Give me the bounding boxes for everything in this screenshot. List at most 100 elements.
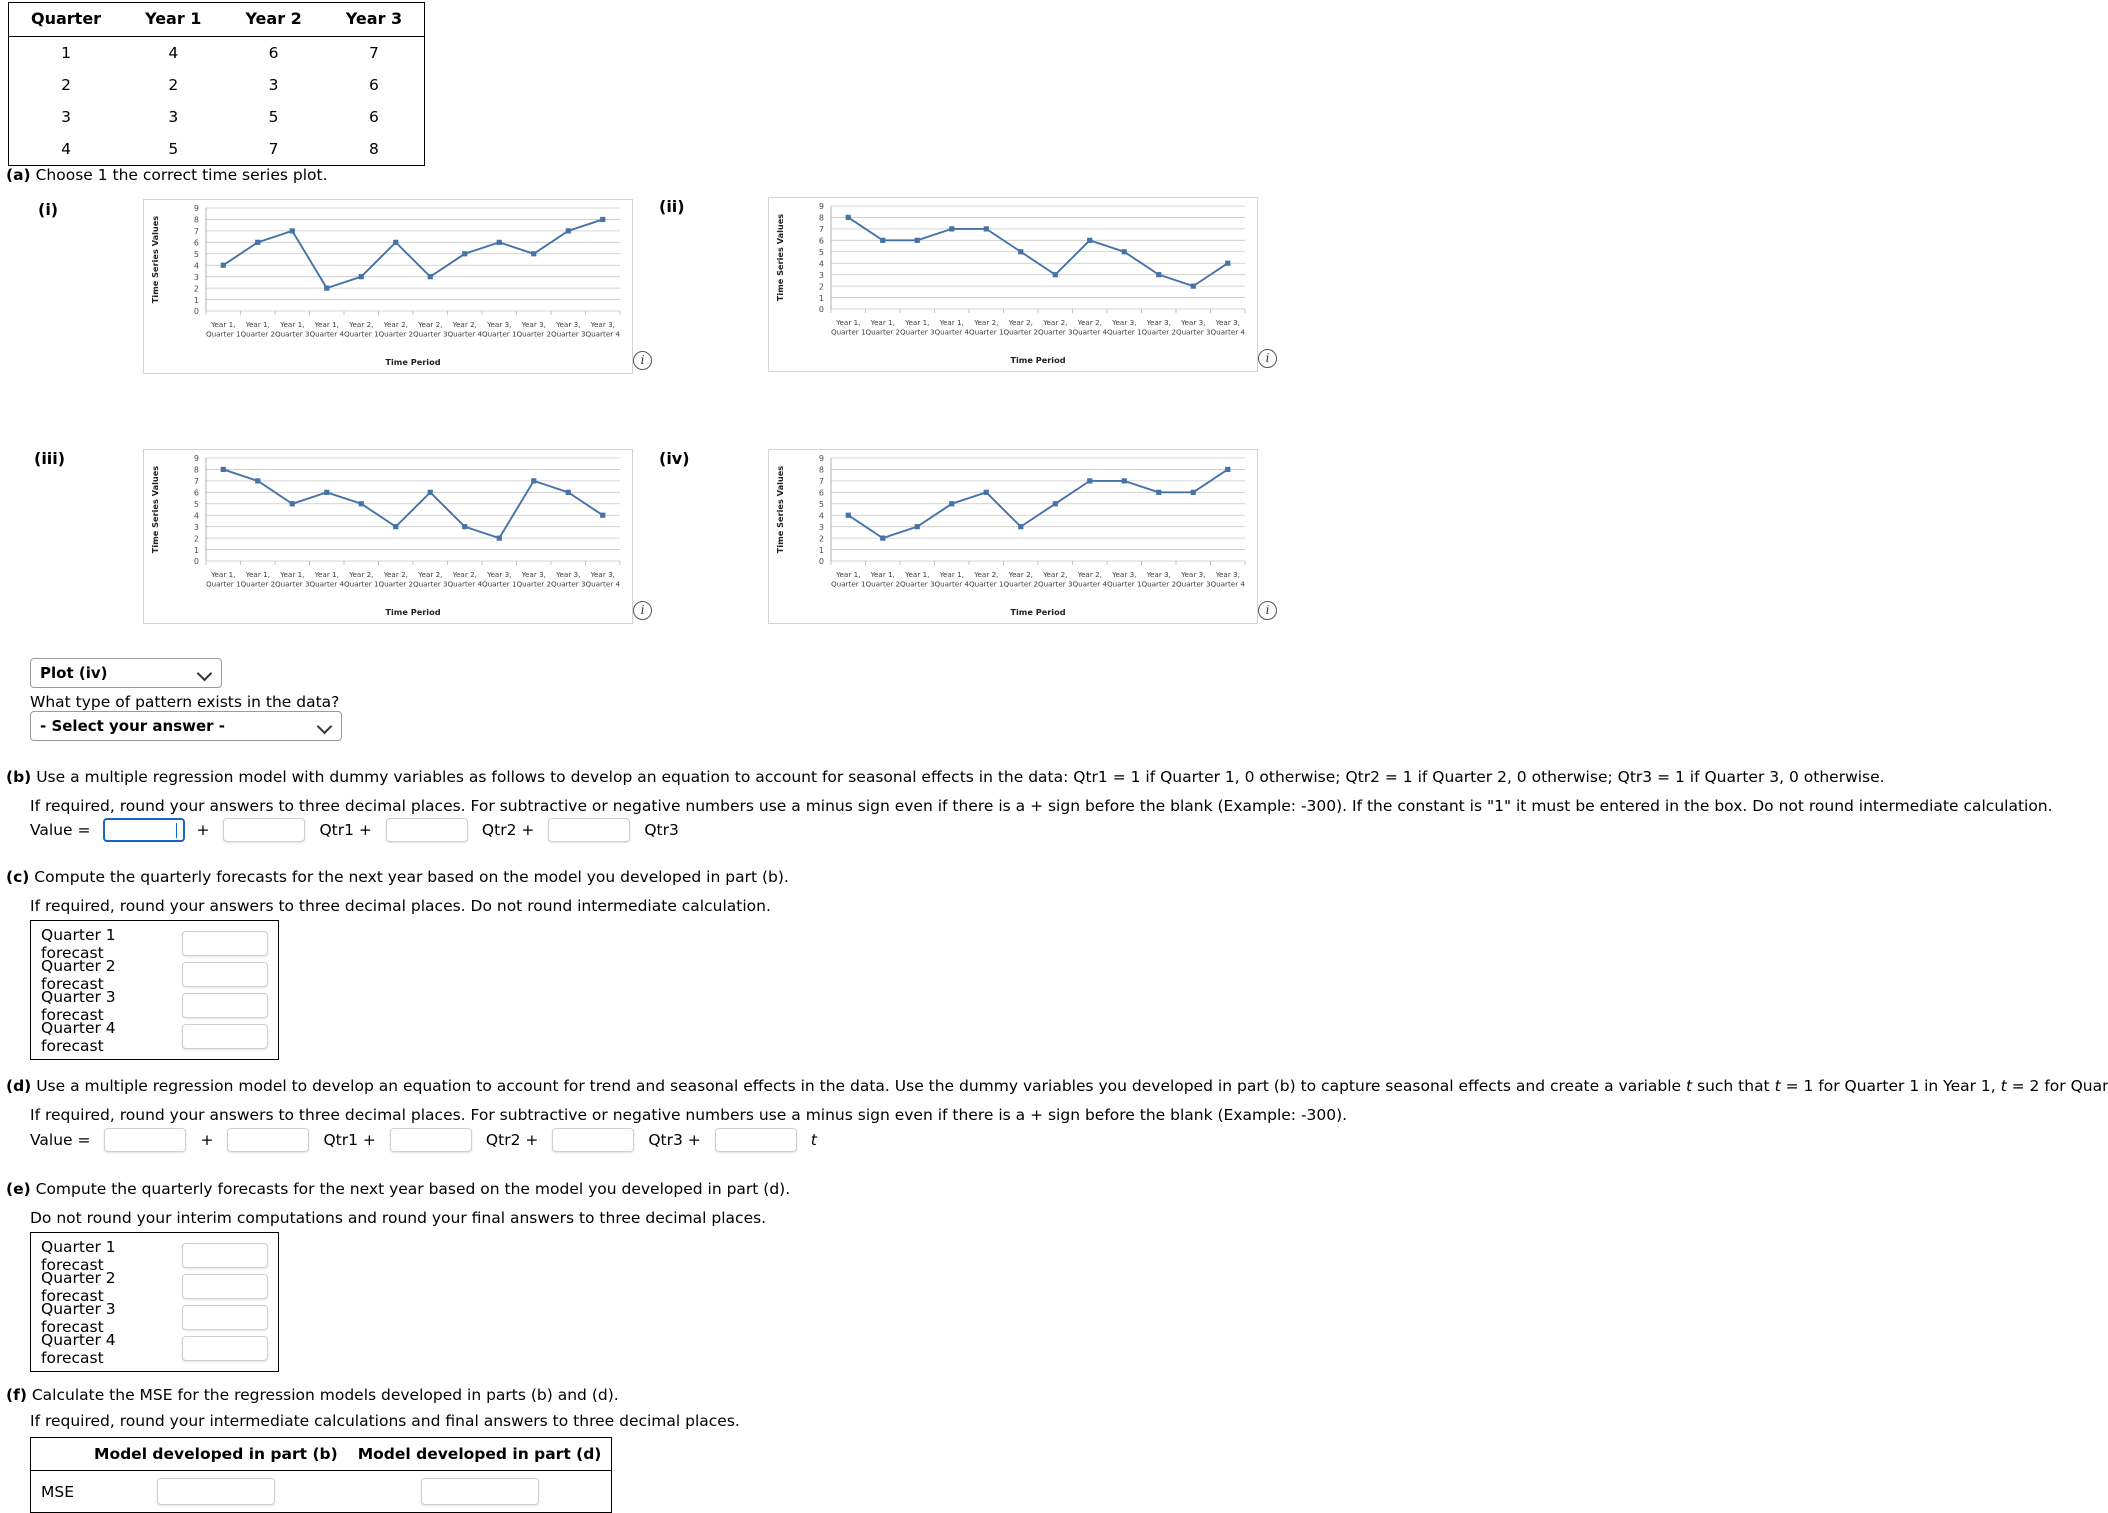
info-icon[interactable]: i xyxy=(1258,601,1277,620)
part-d-t-input[interactable] xyxy=(714,1128,797,1152)
col-header-quarter: Quarter xyxy=(8,2,124,37)
q1-forecast-input[interactable] xyxy=(181,931,268,956)
part-d-qtr2-input[interactable] xyxy=(389,1128,472,1152)
part-a-heading: (a) Choose 1 the correct time series plo… xyxy=(6,166,328,184)
svg-text:Quarter 4: Quarter 4 xyxy=(1072,580,1107,589)
svg-text:Year 3,: Year 3, xyxy=(521,570,546,579)
part-b-qtr3-label: Qtr3 xyxy=(644,821,679,839)
chart-label-ii: (ii) xyxy=(659,197,685,216)
q4-forecast-input[interactable] xyxy=(181,1336,268,1361)
svg-text:Quarter 1: Quarter 1 xyxy=(831,328,866,337)
chevron-down-icon xyxy=(199,667,212,680)
svg-text:Quarter 1: Quarter 1 xyxy=(206,330,241,339)
cell-year3: 7 xyxy=(369,44,379,62)
svg-text:Quarter 1: Quarter 1 xyxy=(1107,580,1142,589)
svg-text:Year 2,: Year 2, xyxy=(417,570,442,579)
cell-year1: 3 xyxy=(168,108,179,126)
pattern-question: What type of pattern exists in the data? xyxy=(30,693,340,711)
cell-year3: 6 xyxy=(369,108,379,126)
list-item: Quarter 1 forecast xyxy=(41,926,268,962)
svg-text:Quarter 3: Quarter 3 xyxy=(1038,580,1073,589)
part-b-text: Use a multiple regression model with dum… xyxy=(36,768,1885,786)
svg-text:1: 1 xyxy=(194,296,199,305)
svg-text:0: 0 xyxy=(194,557,199,566)
list-item: Quarter 3 forecast xyxy=(41,988,268,1024)
svg-text:Time Period: Time Period xyxy=(1010,355,1065,365)
table-row: 4 5 7 8 xyxy=(9,133,425,166)
time-series-plot-ii[interactable]: 0 1 2 3 4 5 6 7 8 9 Year 1, Quarter 1 Year 1, Quarter… xyxy=(768,197,1258,372)
svg-text:Year 2,: Year 2, xyxy=(1042,570,1067,579)
q1-forecast-input[interactable] xyxy=(181,1243,268,1268)
svg-text:8: 8 xyxy=(819,214,824,223)
plot-choice-select-value: Plot (iv) xyxy=(40,664,108,682)
part-d-t-label: t xyxy=(810,1131,817,1149)
svg-text:9: 9 xyxy=(194,454,199,463)
part-c-text: Compute the quarterly forecasts for the … xyxy=(34,868,789,886)
q2-forecast-input[interactable] xyxy=(181,962,268,987)
info-icon[interactable]: i xyxy=(633,601,652,620)
cell-year2: 3 xyxy=(268,76,279,94)
svg-text:Quarter 3: Quarter 3 xyxy=(275,580,310,589)
svg-text:Year 2,: Year 2, xyxy=(1077,570,1102,579)
q3-forecast-input[interactable] xyxy=(181,1305,268,1330)
q4-forecast-input[interactable] xyxy=(181,1024,268,1049)
svg-text:1: 1 xyxy=(819,294,824,303)
col-header-year3: Year 3 xyxy=(323,2,425,37)
svg-text:Year 2,: Year 2, xyxy=(973,570,998,579)
svg-text:4: 4 xyxy=(194,261,199,270)
svg-text:Quarter 1: Quarter 1 xyxy=(831,580,866,589)
svg-text:Time Series Values: Time Series Values xyxy=(775,466,785,553)
list-item: Quarter 2 forecast xyxy=(41,1269,268,1305)
svg-text:Year 2,: Year 2, xyxy=(348,320,373,329)
cell-year2: 6 xyxy=(268,44,279,62)
svg-text:Quarter 1: Quarter 1 xyxy=(969,328,1004,337)
mse-model-b-input[interactable] xyxy=(156,1478,275,1505)
part-f-note: If required, round your intermediate cal… xyxy=(30,1412,740,1430)
part-f-label: (f) xyxy=(6,1386,27,1404)
quarterly-data-table: Quarter Year 1 Year 2 Year 3 1 4 6 7 2 2… xyxy=(8,2,426,166)
cell-year3: 6 xyxy=(369,76,379,94)
svg-text:Year 1,: Year 1, xyxy=(314,320,339,329)
time-series-plot-iv[interactable]: 0 1 2 3 4 5 6 7 8 9 Year 1, Quarter 1 Year 1, Quarter… xyxy=(768,449,1258,624)
plot-choice-select[interactable]: Plot (iv) xyxy=(30,658,222,688)
q2-forecast-input[interactable] xyxy=(181,1274,268,1299)
svg-text:Quarter 1: Quarter 1 xyxy=(1107,328,1142,337)
cell-quarter: 1 xyxy=(61,44,71,62)
svg-text:Quarter 2: Quarter 2 xyxy=(1003,580,1038,589)
svg-text:Year 3,: Year 3, xyxy=(555,570,580,579)
part-b-qtr1-input[interactable] xyxy=(223,818,306,842)
time-series-plot-iii[interactable]: 0 1 2 3 4 5 6 7 8 9 Year 1, Quarter 1 Year 1, Quarter… xyxy=(143,449,633,624)
svg-text:Quarter 1: Quarter 1 xyxy=(206,580,241,589)
mse-model-d-input[interactable] xyxy=(420,1478,539,1505)
q3-forecast-input[interactable] xyxy=(181,993,268,1018)
part-d-qtr1-input[interactable] xyxy=(227,1128,310,1152)
svg-text:Year 3,: Year 3, xyxy=(521,320,546,329)
info-icon[interactable]: i xyxy=(633,351,652,370)
svg-text:Year 2,: Year 2, xyxy=(383,320,408,329)
svg-text:Year 3,: Year 3, xyxy=(486,570,511,579)
svg-text:Year 3,: Year 3, xyxy=(1215,570,1240,579)
part-b-qtr2-input[interactable] xyxy=(385,818,468,842)
svg-text:9: 9 xyxy=(194,204,199,213)
part-b-qtr3-input[interactable] xyxy=(548,818,631,842)
part-b-qtr2-label: Qtr2 + xyxy=(481,821,535,839)
svg-text:Quarter 1: Quarter 1 xyxy=(482,330,517,339)
svg-text:Quarter 1: Quarter 1 xyxy=(482,580,517,589)
info-icon[interactable]: i xyxy=(1258,349,1277,368)
part-d-qtr3-input[interactable] xyxy=(552,1128,635,1152)
part-d-constant-input[interactable] xyxy=(104,1128,187,1152)
part-b-constant-input[interactable] xyxy=(103,818,186,842)
svg-text:2: 2 xyxy=(194,534,199,543)
time-series-plot-i[interactable]: 0 1 2 3 4 5 6 7 8 9 Year 1, Quarter 1 Year 1, Quarter… xyxy=(143,199,633,374)
svg-text:Quarter 4: Quarter 4 xyxy=(1210,328,1245,337)
chart-label-i: (i) xyxy=(38,200,59,219)
svg-text:Quarter 2: Quarter 2 xyxy=(378,330,413,339)
svg-text:Year 1,: Year 1, xyxy=(279,570,304,579)
pattern-type-select[interactable]: - Select your answer - xyxy=(30,711,342,741)
part-d-value-label: Value = xyxy=(30,1131,91,1149)
svg-text:Quarter 2: Quarter 2 xyxy=(240,580,275,589)
svg-text:0: 0 xyxy=(819,557,824,566)
svg-text:Year 1,: Year 1, xyxy=(939,570,964,579)
svg-text:6: 6 xyxy=(194,489,199,498)
svg-text:Year 2,: Year 2, xyxy=(1077,318,1102,327)
